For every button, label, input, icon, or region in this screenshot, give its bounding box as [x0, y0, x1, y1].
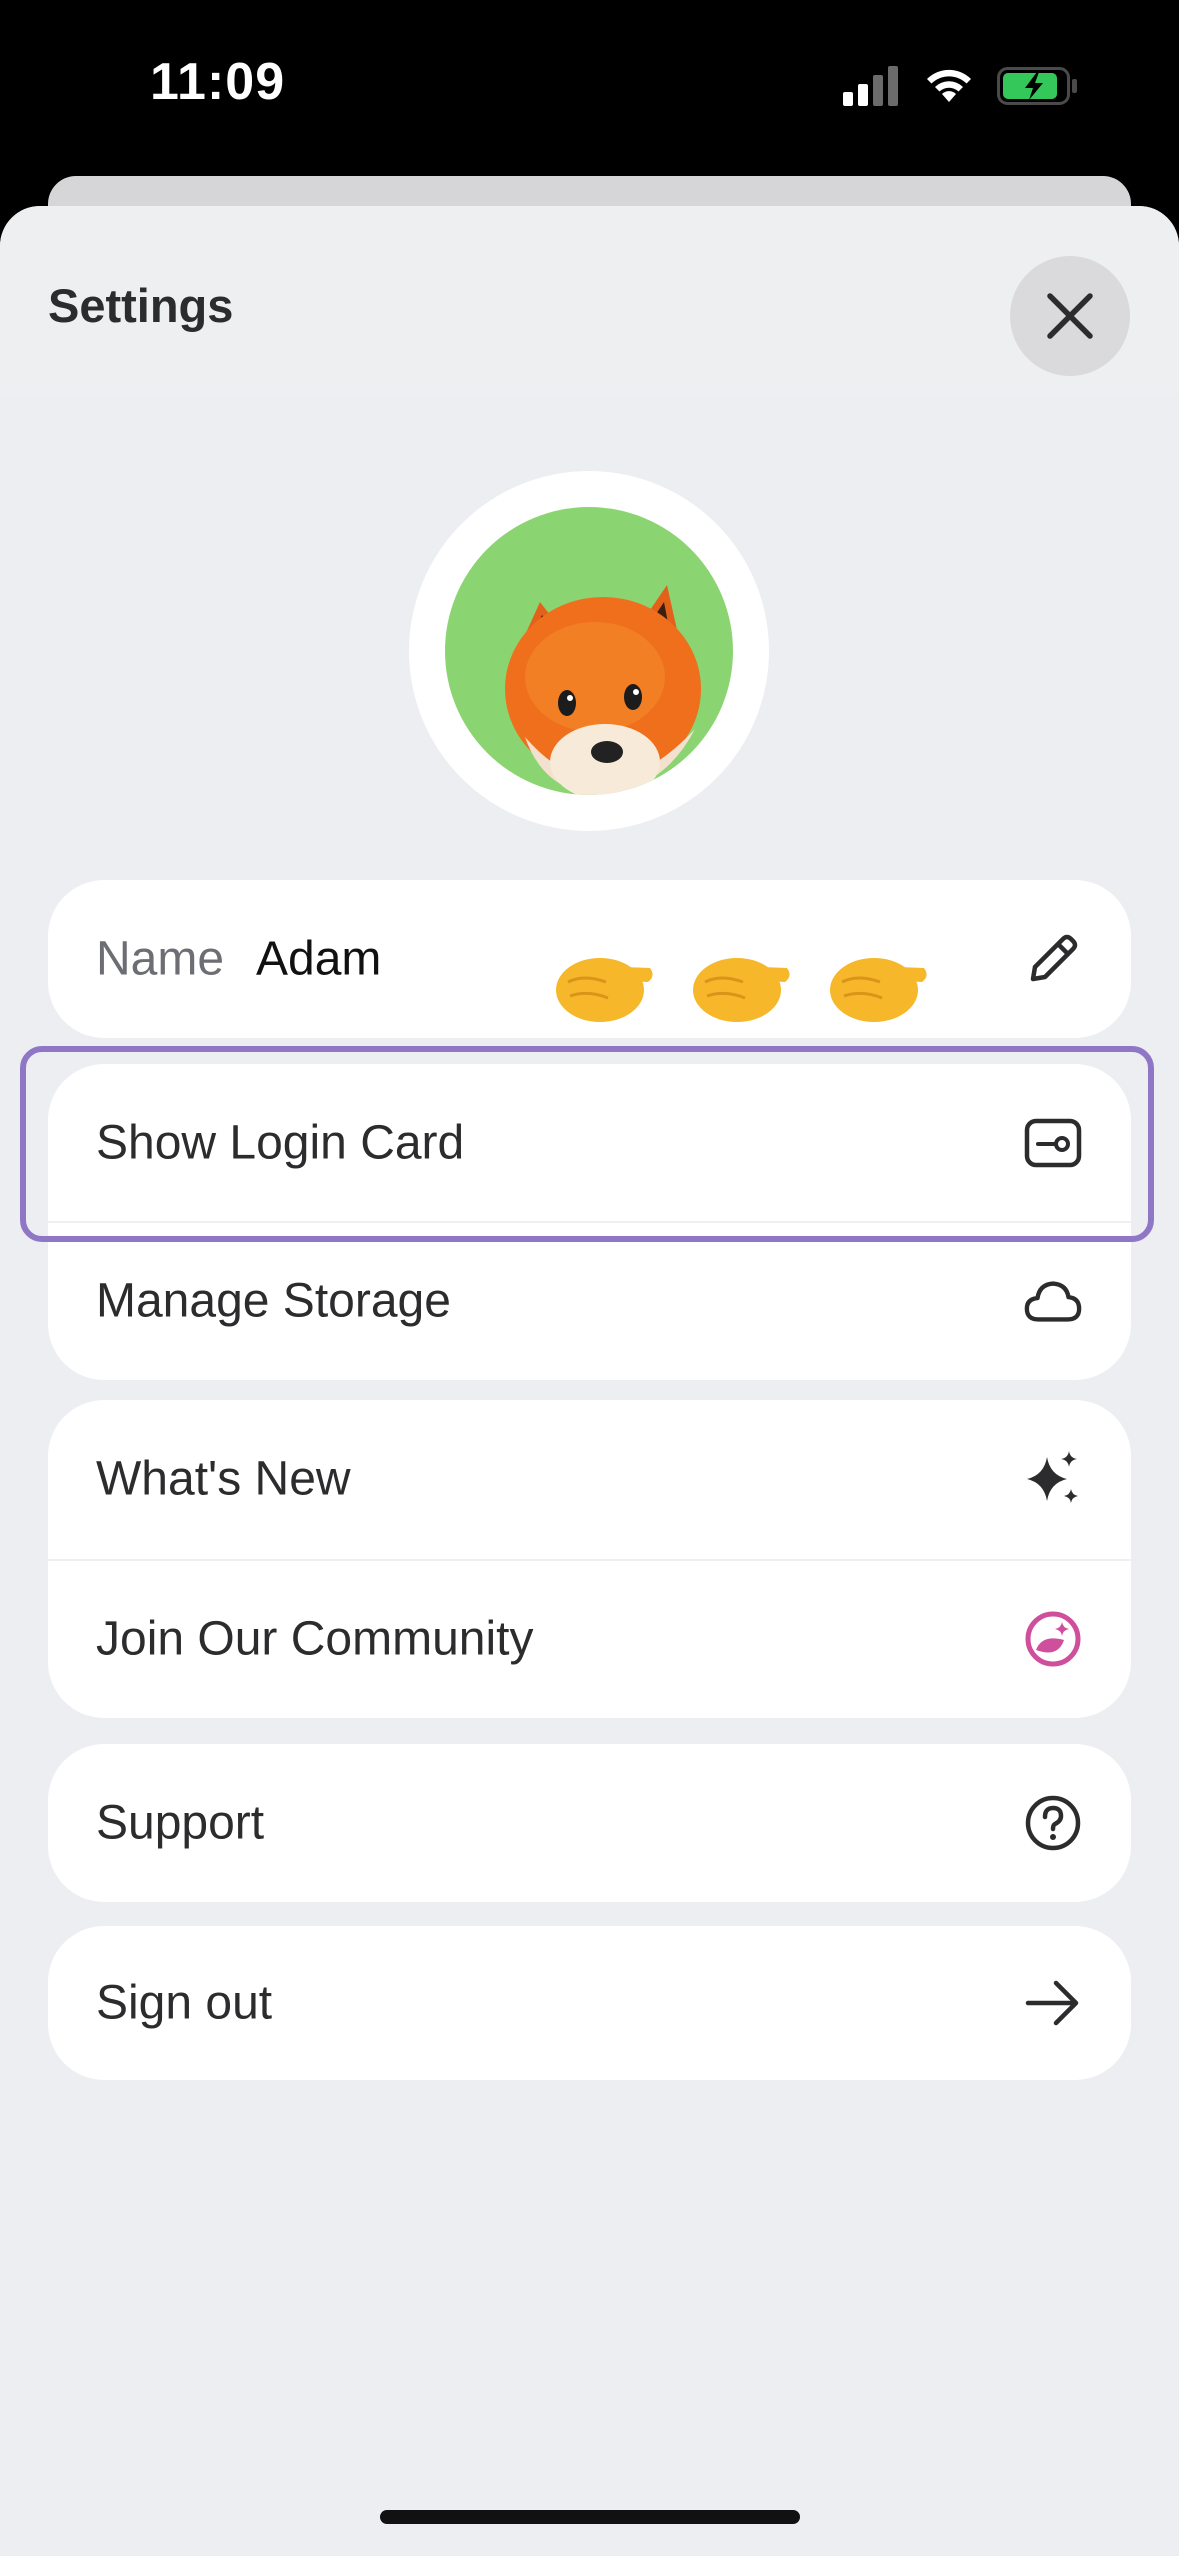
- status-icons: [843, 62, 1079, 110]
- pointing-hand-icon: [556, 958, 653, 1022]
- menu-item-show-login-card[interactable]: Show Login Card: [48, 1064, 1131, 1222]
- menu-item-manage-storage[interactable]: Manage Storage: [48, 1222, 1131, 1380]
- sparkles-icon: [1023, 1449, 1083, 1509]
- account-card: Show Login Card Manage Storage: [48, 1064, 1131, 1380]
- menu-item-sign-out[interactable]: Sign out: [48, 1926, 1131, 2080]
- edit-name-button[interactable]: [1023, 929, 1083, 989]
- menu-item-label: Sign out: [96, 1976, 273, 2030]
- pencil-icon: [1030, 934, 1078, 982]
- status-bar: 11:09: [0, 0, 1179, 170]
- home-indicator[interactable]: [380, 2510, 800, 2524]
- battery-charging-icon: [997, 67, 1077, 105]
- avatar: [445, 507, 733, 795]
- info-card: What's New Join Our Community: [48, 1400, 1131, 1718]
- pointing-hand-icon: [830, 958, 927, 1022]
- cellular-signal-icon: [843, 66, 898, 106]
- login-card-icon: [1023, 1113, 1083, 1173]
- menu-item-join-community[interactable]: Join Our Community: [48, 1560, 1131, 1718]
- name-row[interactable]: Name Adam: [48, 880, 1131, 1038]
- help-circle-icon: [1023, 1793, 1083, 1853]
- name-value: Adam: [256, 932, 382, 986]
- fox-avatar: [505, 585, 701, 795]
- menu-item-support[interactable]: Support: [48, 1744, 1131, 1902]
- arrow-right-icon: [1023, 1973, 1083, 2033]
- menu-item-whats-new[interactable]: What's New: [48, 1400, 1131, 1558]
- support-card: Support: [48, 1744, 1131, 1902]
- menu-item-label: Join Our Community: [96, 1612, 534, 1666]
- sheet-header: Settings: [0, 206, 1179, 396]
- menu-item-label: Support: [96, 1796, 265, 1850]
- close-button[interactable]: [1010, 256, 1130, 376]
- session-card: Sign out: [48, 1926, 1131, 2080]
- wifi-icon: [927, 69, 971, 102]
- page-title: Settings: [48, 279, 234, 332]
- settings-sheet: Settings Name Adam Show Login Card Manag…: [0, 206, 1179, 2556]
- menu-item-label: Manage Storage: [96, 1274, 451, 1328]
- status-time: 11:09: [150, 53, 286, 111]
- menu-item-label: What's New: [96, 1452, 351, 1506]
- community-icon: [1023, 1609, 1083, 1669]
- pointing-hand-icon: [693, 958, 790, 1022]
- close-icon: [1047, 293, 1093, 339]
- menu-item-label: Show Login Card: [96, 1116, 465, 1170]
- phone-screen: 11:09 Settings Name Adam Show Login Card…: [0, 0, 1179, 2556]
- name-label: Name: [96, 932, 225, 986]
- avatar-frame[interactable]: [409, 471, 769, 831]
- cloud-icon: [1023, 1271, 1083, 1331]
- name-card: Name Adam: [48, 880, 1131, 1038]
